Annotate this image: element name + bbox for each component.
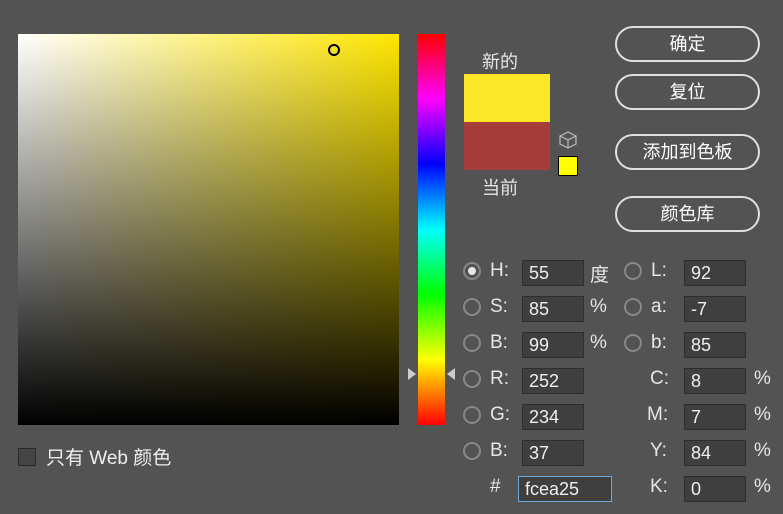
- web-colors-checkbox[interactable]: [18, 448, 36, 466]
- blue-input[interactable]: 37: [522, 440, 584, 466]
- hue-unit: 度: [590, 260, 609, 287]
- saturation-label: S:: [490, 296, 508, 318]
- cyan-input[interactable]: 8: [684, 368, 746, 394]
- red-label: R:: [490, 368, 509, 390]
- ok-button[interactable]: 确定: [615, 26, 760, 62]
- a-label: a:: [651, 296, 667, 318]
- L-input[interactable]: 92: [684, 260, 746, 286]
- sv-cursor[interactable]: [328, 44, 340, 56]
- current-color-swatch[interactable]: [464, 122, 550, 170]
- red-input[interactable]: 252: [522, 368, 584, 394]
- a-radio[interactable]: [624, 298, 642, 316]
- cyan-label: C:: [650, 368, 669, 390]
- add-to-swatches-button[interactable]: 添加到色板: [615, 134, 760, 170]
- hue-arrow-right-icon: [447, 368, 455, 380]
- hue-label: H:: [490, 260, 509, 282]
- hue-input[interactable]: 55: [522, 260, 584, 286]
- b-radio[interactable]: [624, 334, 642, 352]
- black-unit: %: [754, 476, 771, 498]
- web-colors-label: 只有 Web 颜色: [46, 443, 171, 470]
- black-input[interactable]: 0: [684, 476, 746, 502]
- saturation-input[interactable]: 85: [522, 296, 584, 322]
- yellow-input[interactable]: 84: [684, 440, 746, 466]
- blue-radio[interactable]: [463, 442, 481, 460]
- L-label: L:: [651, 260, 667, 282]
- hex-label: #: [490, 476, 501, 498]
- gamut-warning-cube-icon[interactable]: [558, 130, 578, 150]
- blue-label: B:: [490, 440, 508, 462]
- saturation-unit: %: [590, 296, 607, 318]
- brightness-input[interactable]: 99: [522, 332, 584, 358]
- saturation-radio[interactable]: [463, 298, 481, 316]
- hue-radio[interactable]: [463, 262, 481, 280]
- green-input[interactable]: 234: [522, 404, 584, 430]
- color-libraries-button[interactable]: 颜色库: [615, 196, 760, 232]
- red-radio[interactable]: [463, 370, 481, 388]
- reset-button[interactable]: 复位: [615, 74, 760, 110]
- brightness-unit: %: [590, 332, 607, 354]
- yellow-unit: %: [754, 440, 771, 462]
- hex-input[interactable]: fcea25: [518, 476, 612, 502]
- a-input[interactable]: -7: [684, 296, 746, 322]
- brightness-radio[interactable]: [463, 334, 481, 352]
- green-radio[interactable]: [463, 406, 481, 424]
- color-picker-panel: 新的 当前 确定 复位 添加到色板 颜色库 只有 Web 颜色 H: 55 度 …: [0, 0, 783, 514]
- cyan-unit: %: [754, 368, 771, 390]
- hue-slider[interactable]: [418, 34, 445, 425]
- black-label: K:: [650, 476, 668, 498]
- L-radio[interactable]: [624, 262, 642, 280]
- nearest-web-swatch[interactable]: [558, 156, 578, 176]
- magenta-unit: %: [754, 404, 771, 426]
- saturation-value-field[interactable]: [18, 34, 399, 425]
- magenta-input[interactable]: 7: [684, 404, 746, 430]
- magenta-label: M:: [647, 404, 668, 426]
- yellow-label: Y:: [650, 440, 667, 462]
- new-color-swatch: [464, 74, 550, 122]
- b-input[interactable]: 85: [684, 332, 746, 358]
- web-colors-row: 只有 Web 颜色: [18, 443, 171, 470]
- b-label: b:: [651, 332, 667, 354]
- green-label: G:: [490, 404, 510, 426]
- hue-arrow-left-icon: [408, 368, 416, 380]
- current-color-label: 当前: [482, 174, 518, 200]
- brightness-label: B:: [490, 332, 508, 354]
- new-color-label: 新的: [482, 48, 518, 74]
